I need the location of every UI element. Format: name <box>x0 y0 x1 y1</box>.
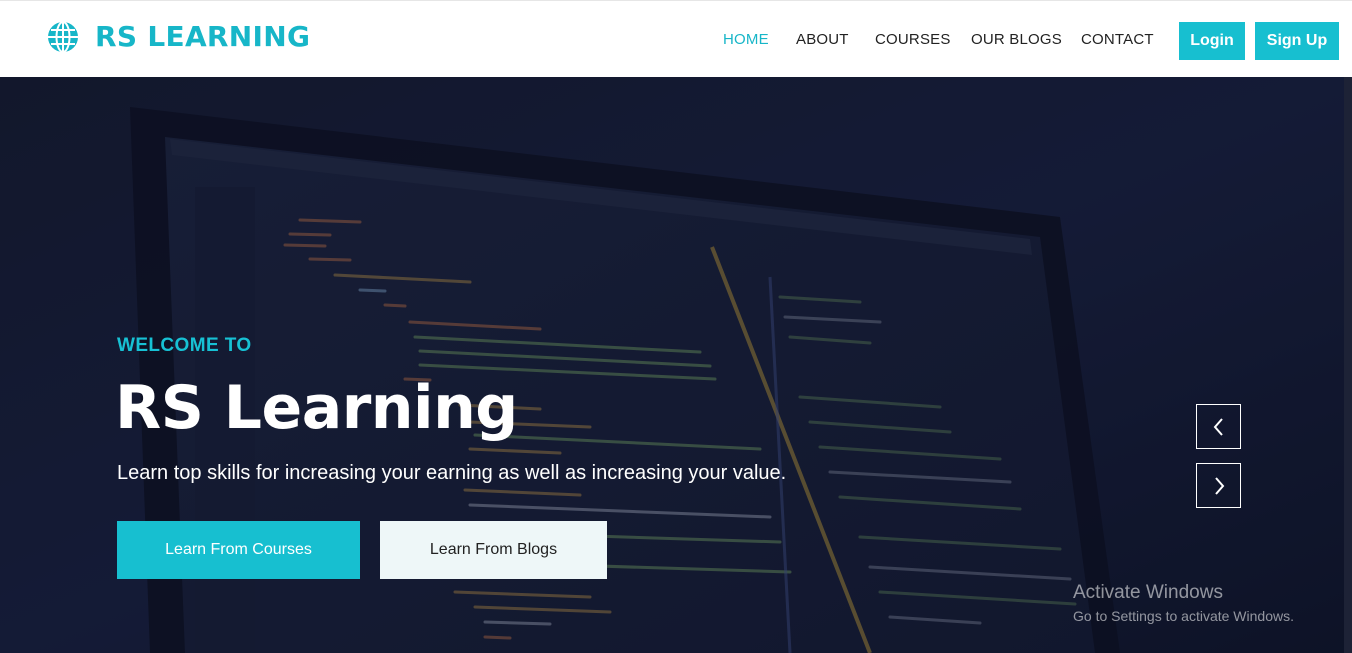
nav-about[interactable]: ABOUT <box>796 31 849 48</box>
chevron-right-icon <box>1214 476 1224 495</box>
nav-courses[interactable]: COURSES <box>875 31 951 48</box>
scrollbar-edge <box>1344 77 1352 653</box>
globe-icon <box>48 20 78 53</box>
signup-button[interactable]: Sign Up <box>1255 22 1339 60</box>
nav-our-blogs[interactable]: OUR BLOGS <box>971 31 1062 48</box>
carousel-next-button[interactable] <box>1196 463 1241 508</box>
brand-logo[interactable]: RS LEARNING <box>47 20 310 53</box>
login-button[interactable]: Login <box>1179 22 1245 60</box>
hero-subtitle: Learn top skills for increasing your ear… <box>117 462 787 484</box>
nav-home[interactable]: HOME <box>723 31 769 48</box>
chevron-left-icon <box>1213 417 1223 436</box>
site-header: RS LEARNING HOME ABOUT COURSES OUR BLOGS… <box>0 0 1352 77</box>
activate-windows-watermark: Activate Windows Go to Settings to activ… <box>1073 582 1294 624</box>
hero-banner: WELCOME TO RS Learning Learn top skills … <box>0 77 1352 653</box>
carousel-prev-button[interactable] <box>1196 404 1241 449</box>
learn-from-courses-button[interactable]: Learn From Courses <box>117 521 360 579</box>
watermark-title: Activate Windows <box>1073 582 1223 603</box>
hero-title: RS Learning <box>115 373 518 443</box>
brand-name: RS LEARNING <box>95 20 311 53</box>
watermark-message: Go to Settings to activate Windows. <box>1073 608 1294 624</box>
nav-contact[interactable]: CONTACT <box>1081 31 1154 48</box>
learn-from-blogs-button[interactable]: Learn From Blogs <box>380 521 607 579</box>
hero-eyebrow: WELCOME TO <box>117 335 252 356</box>
